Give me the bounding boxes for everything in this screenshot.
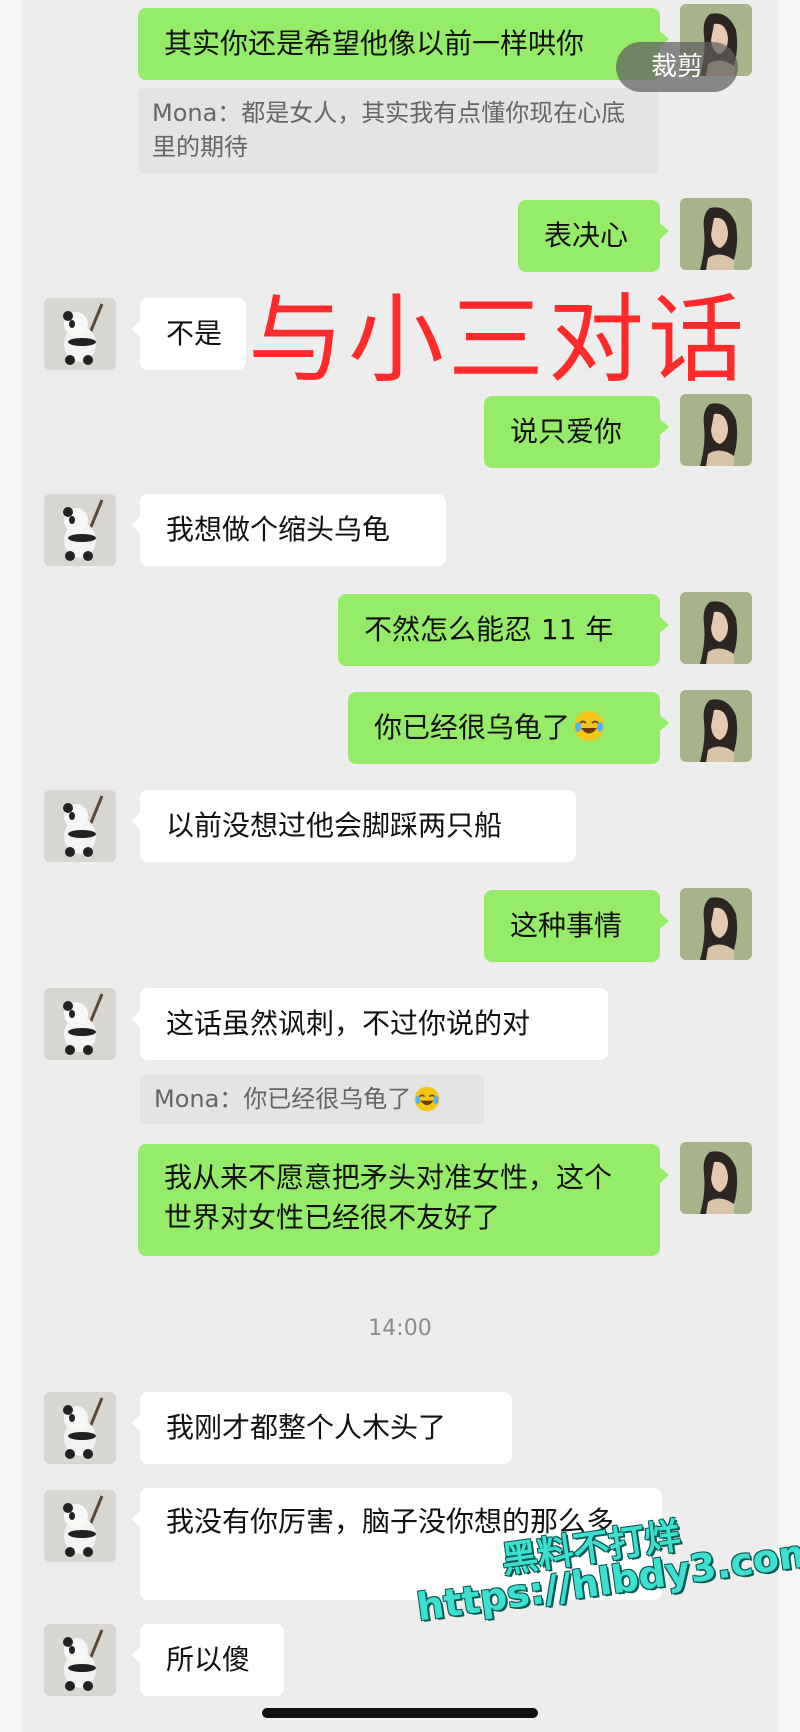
message-text: 你已经很乌龟了 (374, 711, 571, 744)
chat-timestamp: 14:00 (368, 1316, 432, 1341)
message-text: 表决心 (544, 219, 629, 252)
contact-avatar[interactable] (44, 494, 116, 566)
message-text: 说只爱你 (510, 415, 623, 448)
home-indicator[interactable] (262, 1708, 538, 1718)
message-text: 不然怎么能忍 11 年 (364, 613, 614, 646)
message-text: 以前没想过他会脚踩两只船 (166, 809, 503, 842)
my-avatar[interactable] (680, 690, 752, 762)
chat-bubble-received[interactable]: 所以傻 (131, 1624, 284, 1696)
chat-bubble-sent[interactable]: 说只爱你 (484, 396, 669, 468)
my-avatar[interactable] (680, 592, 752, 664)
right-edge (778, 0, 800, 1732)
crop-button[interactable]: 裁剪 (616, 42, 738, 92)
quoted-message[interactable]: Mona：都是女人，其实我有点懂你现在心底里的期待 (138, 88, 658, 174)
chat-bubble-sent[interactable]: 不然怎么能忍 11 年 (338, 594, 669, 666)
contact-avatar[interactable] (44, 298, 116, 370)
contact-avatar[interactable] (44, 988, 116, 1060)
contact-avatar[interactable] (44, 790, 116, 862)
message-text: 我刚才都整个人木头了 (166, 1411, 447, 1444)
message-text: 所以傻 (166, 1643, 251, 1676)
my-avatar[interactable] (680, 394, 752, 466)
left-edge (0, 0, 22, 1732)
quote-text: Mona：都是女人，其实我有点懂你现在心底里的期待 (152, 99, 626, 161)
chat-bubble-received[interactable]: 不是 (131, 298, 246, 370)
chat-bubble-received[interactable]: 我想做个缩头乌龟 (131, 494, 446, 566)
message-text: 其实你还是希望他像以前一样哄你 (164, 27, 585, 60)
message-text: 这话虽然讽刺，不过你说的对 (166, 1007, 531, 1040)
chat-bubble-sent[interactable]: 这种事情 (484, 890, 669, 962)
chat-bubble-sent[interactable]: 其实你还是希望他像以前一样哄你 (138, 8, 669, 80)
my-avatar[interactable] (680, 888, 752, 960)
laugh-cry-emoji-icon (574, 711, 605, 741)
message-text: 我从来不愿意把矛头对准女性，这个世界对女性已经很不友好了 (164, 1161, 613, 1234)
chat-bubble-sent[interactable]: 你已经很乌龟了 (348, 692, 669, 764)
chat-bubble-received[interactable]: 这话虽然讽刺，不过你说的对 (131, 988, 608, 1060)
message-text: 不是 (166, 317, 223, 350)
laugh-cry-emoji-icon (414, 1086, 440, 1112)
message-text: 这种事情 (510, 909, 623, 942)
quoted-message[interactable]: Mona：你已经很乌龟了 (140, 1074, 484, 1124)
overlay-title: 与小三对话 (248, 287, 748, 394)
contact-avatar[interactable] (44, 1490, 116, 1562)
chat-bubble-sent[interactable]: 我从来不愿意把矛头对准女性，这个世界对女性已经很不友好了 (138, 1144, 669, 1256)
contact-avatar[interactable] (44, 1392, 116, 1464)
my-avatar[interactable] (680, 1142, 752, 1214)
my-avatar[interactable] (680, 198, 752, 270)
contact-avatar[interactable] (44, 1624, 116, 1696)
chat-bubble-received[interactable]: 我刚才都整个人木头了 (131, 1392, 512, 1464)
chat-bubble-received[interactable]: 以前没想过他会脚踩两只船 (131, 790, 576, 862)
message-text: 我想做个缩头乌龟 (166, 513, 391, 546)
quote-text: Mona：你已经很乌龟了 (154, 1085, 412, 1113)
